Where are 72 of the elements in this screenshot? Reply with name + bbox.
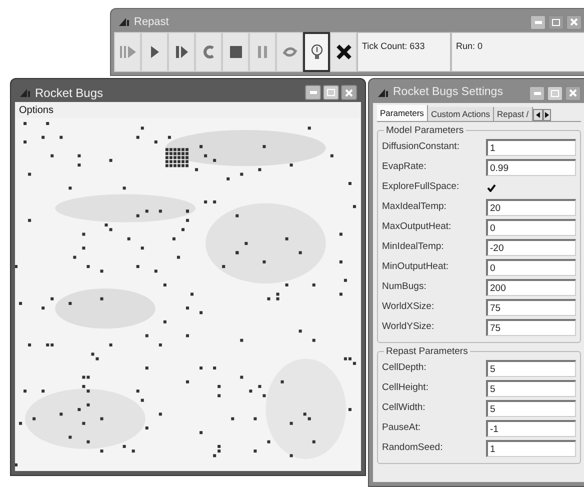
- field-label: DiffusionConstant:: [382, 140, 460, 154]
- input-field[interactable]: -20: [486, 239, 576, 256]
- checkmark-icon: [487, 184, 496, 192]
- app-logo-icon: [377, 88, 389, 98]
- input-field[interactable]: 5: [486, 400, 576, 417]
- window-title: Repast: [134, 14, 169, 30]
- field-label: CellWidth:: [382, 401, 426, 416]
- input-field[interactable]: 0: [486, 219, 576, 236]
- input-field[interactable]: 5: [486, 360, 576, 377]
- right-arrow-icon: [544, 112, 549, 118]
- tab[interactable]: Repast /: [494, 107, 533, 121]
- maximize-icon: [327, 89, 335, 96]
- maximize-icon: [552, 18, 560, 26]
- maximize-button[interactable]: [548, 14, 564, 30]
- field-label: WorldYSize:: [382, 320, 436, 334]
- tab[interactable]: Custom Actions: [428, 107, 494, 121]
- input-field[interactable]: 75: [486, 299, 576, 316]
- window-title: Rocket Bugs: [35, 84, 104, 102]
- minimize-button[interactable]: [305, 85, 321, 100]
- input-field[interactable]: 20: [486, 199, 576, 216]
- reset-icon: [202, 45, 216, 59]
- input-field[interactable]: 1: [486, 440, 576, 457]
- input-field[interactable]: 75: [486, 319, 576, 336]
- field-label: NumBugs:: [382, 280, 428, 294]
- input-field[interactable]: 1: [486, 139, 576, 156]
- input-field[interactable]: -1: [486, 420, 576, 437]
- field-label: CellDepth:: [382, 361, 428, 376]
- maximize-button[interactable]: [547, 86, 563, 100]
- close-x-icon: [336, 44, 352, 60]
- tick-count-label: Tick Count: 633: [362, 41, 425, 51]
- field-label: MinIdealTemp:: [382, 240, 445, 254]
- app-logo-icon: [118, 17, 130, 27]
- left-arrow-icon: [536, 112, 540, 118]
- toolbar-button[interactable]: [303, 32, 330, 72]
- minimize-button[interactable]: [530, 14, 546, 30]
- field-label: MaxIdealTemp:: [382, 200, 448, 214]
- field-label: PauseAt:: [382, 421, 422, 436]
- window-title: Rocket Bugs Settings: [393, 85, 503, 100]
- input-field[interactable]: 0: [486, 259, 576, 276]
- minimize-icon: [534, 20, 542, 24]
- tab[interactable]: Parameters: [377, 105, 428, 121]
- input-field[interactable]: 200: [486, 279, 576, 296]
- checkbox[interactable]: [486, 182, 497, 193]
- menu-item[interactable]: Options: [19, 102, 54, 118]
- field-label: EvapRate:: [382, 160, 428, 174]
- field-label: RandomSeed:: [382, 441, 444, 456]
- close-icon: [345, 88, 353, 97]
- minimize-button[interactable]: [529, 86, 545, 100]
- field-label: MaxOutputHeat:: [382, 220, 452, 234]
- minimize-icon: [310, 91, 316, 94]
- input-field[interactable]: 0.99: [486, 159, 576, 176]
- field-label: ExploreFullSpace:: [382, 180, 460, 194]
- run-icon: [118, 44, 136, 60]
- stop-icon: [228, 45, 242, 59]
- maximize-button[interactable]: [323, 85, 339, 100]
- field-label: CellHeight:: [382, 381, 430, 396]
- field-label: MinOutputHeat:: [382, 260, 450, 274]
- input-field[interactable]: 5: [486, 380, 576, 397]
- close-icon: [570, 18, 578, 26]
- minimize-icon: [534, 92, 540, 94]
- pause-icon: [256, 45, 268, 59]
- close-icon: [569, 89, 577, 97]
- close-button[interactable]: [565, 86, 581, 100]
- lightbulb-icon: [310, 44, 322, 60]
- play-icon: [150, 45, 160, 59]
- run-label: Run: 0: [456, 41, 483, 51]
- maximize-icon: [551, 90, 559, 96]
- field-label: WorldXSize:: [382, 300, 436, 314]
- app-logo-icon: [19, 88, 31, 98]
- step-icon: [174, 45, 188, 59]
- close-button[interactable]: [566, 14, 582, 30]
- close-button[interactable]: [341, 85, 357, 100]
